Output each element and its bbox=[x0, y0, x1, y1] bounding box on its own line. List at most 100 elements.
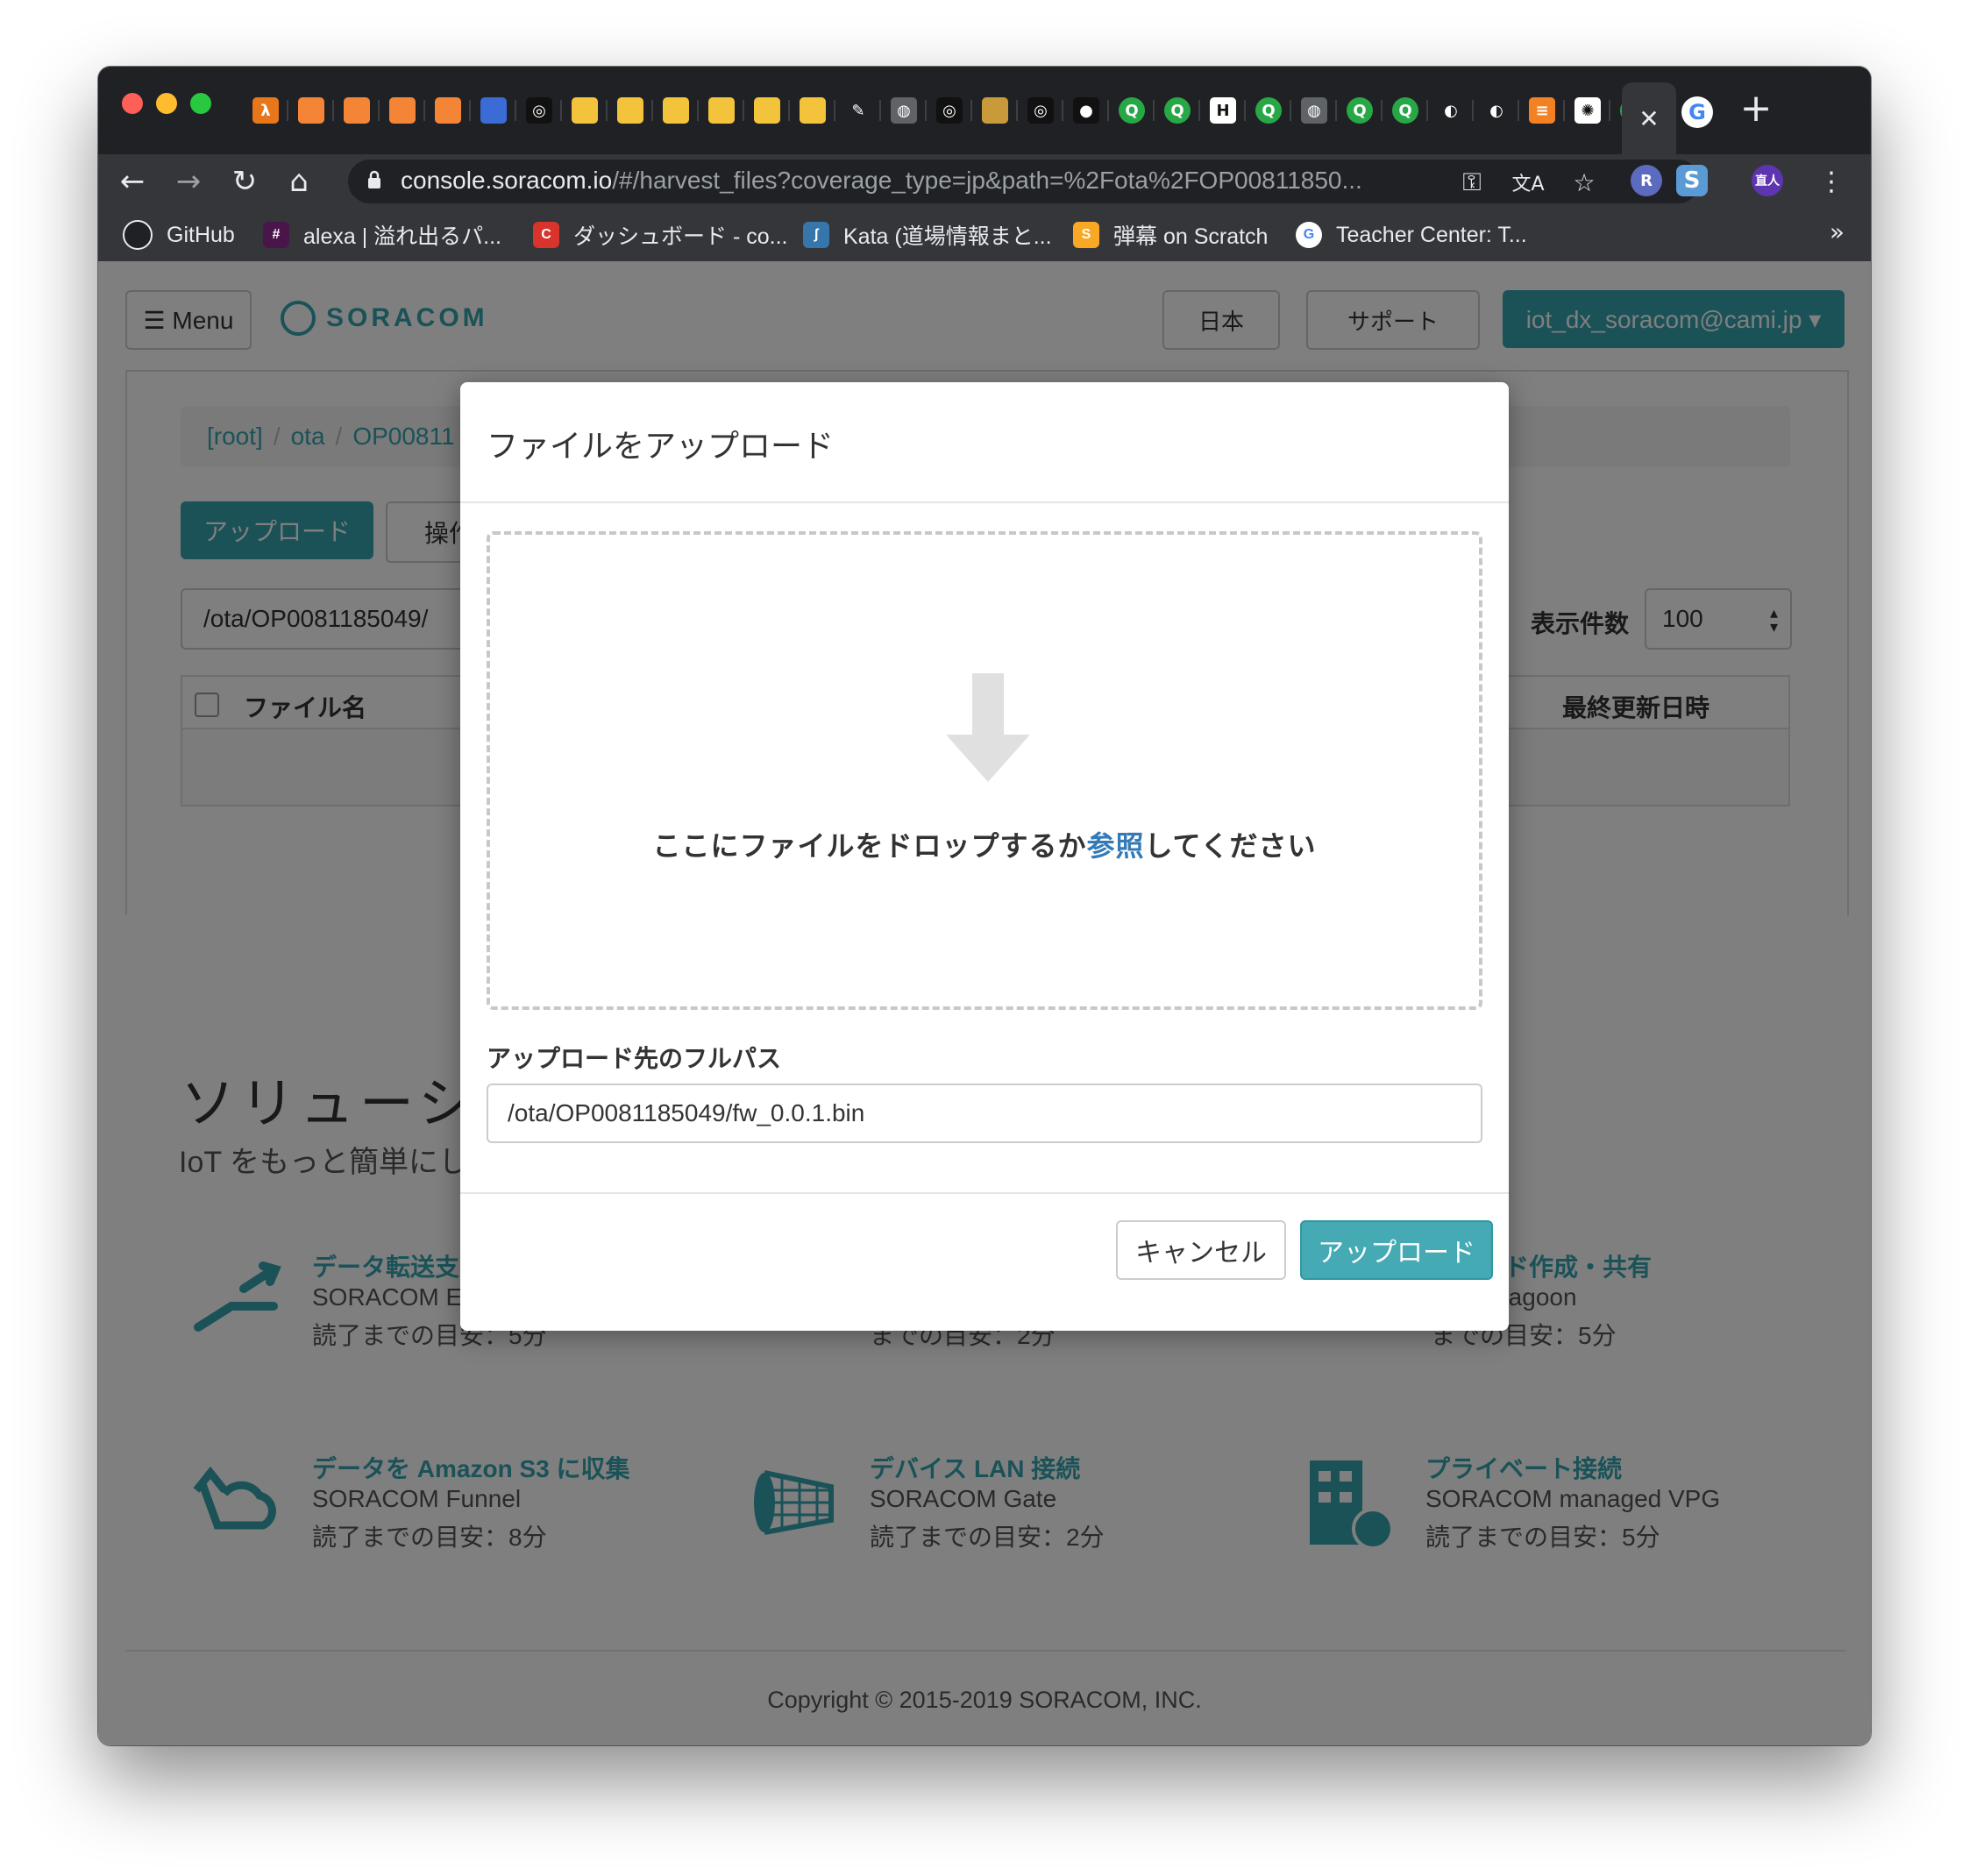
browse-link[interactable]: 参照 bbox=[1086, 830, 1144, 862]
bookmark-label: alexa | 溢れ出るパ... bbox=[303, 224, 501, 249]
browser-tab[interactable] bbox=[425, 91, 471, 130]
star-icon[interactable]: ☆ bbox=[1567, 165, 1602, 200]
google-icon: G bbox=[1296, 222, 1322, 248]
dropzone-instructions: ここにファイルをドロップするか参照してください bbox=[490, 824, 1479, 864]
file-dropzone[interactable]: ここにファイルをドロップするか参照してください bbox=[487, 531, 1482, 1010]
url-text: console.soracom.io/#/harvest_files?cover… bbox=[401, 167, 1362, 195]
browser-tab[interactable]: ◎ bbox=[927, 91, 972, 130]
stack-icon: ≡ bbox=[1529, 97, 1555, 124]
browser-tab[interactable] bbox=[562, 91, 608, 130]
browser-tab[interactable]: ◐ bbox=[1474, 91, 1519, 130]
browser-tab[interactable]: Q bbox=[1383, 91, 1428, 130]
browser-tab[interactable]: Q bbox=[1337, 91, 1383, 130]
aws-box-icon bbox=[344, 97, 370, 124]
browser-tab[interactable]: ≡ bbox=[1519, 91, 1565, 130]
browser-tab[interactable]: Q bbox=[1246, 91, 1291, 130]
url-path: /#/harvest_files?coverage_type=jp&path=%… bbox=[612, 167, 1362, 194]
q-icon: Q bbox=[1392, 97, 1418, 124]
cancel-button[interactable]: キャンセル bbox=[1116, 1220, 1286, 1280]
profile-avatar[interactable]: 直人 bbox=[1752, 165, 1783, 196]
upload-button[interactable]: アップロード bbox=[1300, 1220, 1493, 1280]
browser-tab[interactable] bbox=[972, 91, 1018, 130]
lock-icon bbox=[368, 170, 380, 188]
destination-path-input[interactable] bbox=[487, 1084, 1482, 1143]
h-icon: H bbox=[1210, 97, 1236, 124]
globe-icon: ◍ bbox=[1301, 97, 1327, 124]
database-icon bbox=[480, 97, 507, 124]
new-tab-button[interactable]: + bbox=[1734, 86, 1778, 131]
package-icon bbox=[754, 97, 780, 124]
browser-tab[interactable]: Q bbox=[1109, 91, 1155, 130]
browser-tab[interactable] bbox=[790, 91, 835, 130]
pen-icon: ✎ bbox=[845, 97, 871, 124]
browser-tab[interactable] bbox=[471, 91, 516, 130]
circle-logo-icon: ◎ bbox=[526, 97, 552, 124]
aws-box-icon bbox=[298, 97, 324, 124]
bookmark-github[interactable]: GitHub bbox=[123, 217, 235, 252]
drop-text-before: ここにファイルをドロップするか bbox=[652, 830, 1087, 862]
package-icon bbox=[572, 97, 598, 124]
bookmarks-bar: GitHub # alexa | 溢れ出るパ... C ダッシュボード - co… bbox=[98, 209, 1871, 261]
scratch-icon: S bbox=[1073, 222, 1099, 248]
modal-title: ファイルをアップロード bbox=[487, 428, 835, 464]
slack-icon: # bbox=[263, 222, 289, 248]
chrome-menu-icon[interactable]: ⋮ bbox=[1811, 161, 1852, 202]
github-icon bbox=[123, 220, 153, 250]
python-icon: ʃ bbox=[803, 222, 829, 248]
swirl-icon: ✺ bbox=[1574, 97, 1601, 124]
extension-r-icon[interactable]: R bbox=[1631, 165, 1662, 196]
browser-tab[interactable]: ◐ bbox=[1428, 91, 1474, 130]
upload-modal: ファイルをアップロード ここにファイルをドロップするか参照してください アップロ… bbox=[460, 382, 1509, 1331]
tab-strip: λ◎✎◍◎◎●QQHQ◍QQ◐◐≡✺Q ✕ G + bbox=[98, 67, 1871, 154]
browser-tab[interactable] bbox=[288, 91, 334, 130]
aws-box-icon bbox=[389, 97, 416, 124]
browser-tab[interactable] bbox=[744, 91, 790, 130]
reload-button[interactable]: ↻ bbox=[224, 161, 265, 202]
browser-tab[interactable]: H bbox=[1200, 91, 1246, 130]
extension-s-icon[interactable]: S bbox=[1676, 165, 1708, 196]
browser-tab[interactable]: Q bbox=[1155, 91, 1200, 130]
pinned-tabs: λ◎✎◍◎◎●QQHQ◍QQ◐◐≡✺Q bbox=[243, 91, 1656, 130]
browser-tab[interactable]: ● bbox=[1063, 91, 1109, 130]
modal-header: ファイルをアップロード bbox=[460, 382, 1509, 503]
bookmark-dashboard[interactable]: C ダッシュボード - co... bbox=[533, 217, 787, 252]
browser-tab[interactable]: ◍ bbox=[1291, 91, 1337, 130]
bookmark-alexa[interactable]: # alexa | 溢れ出るパ... bbox=[263, 217, 501, 252]
q-icon: Q bbox=[1119, 97, 1145, 124]
browser-tab[interactable]: λ bbox=[243, 91, 288, 130]
bookmark-label: 弾幕 on Scratch bbox=[1113, 224, 1269, 249]
bookmark-teacher-center[interactable]: G Teacher Center: T... bbox=[1296, 217, 1527, 252]
active-tab[interactable]: ✕ bbox=[1622, 82, 1676, 154]
browser-tab[interactable]: ✺ bbox=[1565, 91, 1610, 130]
minimize-window-button[interactable] bbox=[156, 93, 177, 114]
bookmarks-more-icon[interactable]: » bbox=[1830, 217, 1845, 246]
browser-tab[interactable]: ◎ bbox=[516, 91, 562, 130]
forward-button[interactable]: → bbox=[168, 161, 209, 202]
browser-tab[interactable] bbox=[380, 91, 425, 130]
close-window-button[interactable] bbox=[122, 93, 143, 114]
translate-icon[interactable]: 文A bbox=[1511, 165, 1546, 200]
c-icon: C bbox=[533, 222, 559, 248]
q-icon: Q bbox=[1255, 97, 1282, 124]
home-button[interactable]: ⌂ bbox=[279, 161, 319, 202]
bookmark-kata[interactable]: ʃ Kata (道場情報まと... bbox=[803, 217, 1052, 252]
browser-chrome: λ◎✎◍◎◎●QQHQ◍QQ◐◐≡✺Q ✕ G + ← → ↻ ⌂ consol… bbox=[98, 67, 1871, 261]
browser-tab[interactable] bbox=[608, 91, 653, 130]
maximize-window-button[interactable] bbox=[190, 93, 211, 114]
browser-tab[interactable] bbox=[334, 91, 380, 130]
browser-tab[interactable] bbox=[699, 91, 744, 130]
bookmark-scratch[interactable]: S 弾幕 on Scratch bbox=[1073, 217, 1268, 252]
address-bar[interactable]: console.soracom.io/#/harvest_files?cover… bbox=[348, 160, 1700, 203]
google-tab-icon[interactable]: G bbox=[1681, 96, 1713, 128]
browser-tab[interactable] bbox=[653, 91, 699, 130]
destination-path-label: アップロード先のフルパス bbox=[487, 1045, 782, 1072]
soracom-console-page: ☰ Menu SORACOM 日本 サポート iot_dx_soracom@ca… bbox=[98, 261, 1871, 1745]
browser-window: λ◎✎◍◎◎●QQHQ◍QQ◐◐≡✺Q ✕ G + ← → ↻ ⌂ consol… bbox=[98, 67, 1871, 1745]
download-arrow-icon bbox=[946, 673, 1030, 782]
back-button[interactable]: ← bbox=[112, 161, 153, 202]
browser-tab[interactable]: ◍ bbox=[881, 91, 927, 130]
close-tab-icon[interactable]: ✕ bbox=[1638, 104, 1659, 133]
browser-tab[interactable]: ✎ bbox=[835, 91, 881, 130]
browser-tab[interactable]: ◎ bbox=[1018, 91, 1063, 130]
key-icon[interactable]: ⚿ bbox=[1454, 165, 1489, 200]
